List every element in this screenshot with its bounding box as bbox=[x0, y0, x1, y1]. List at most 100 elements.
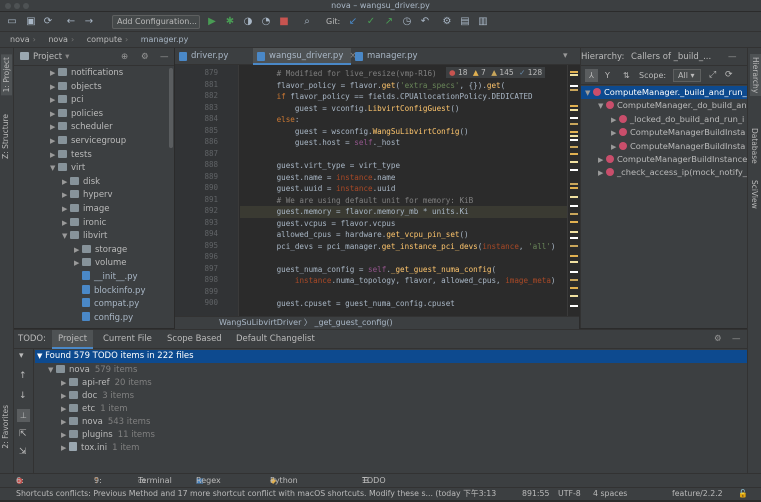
chevron-right-icon[interactable]: ▶ bbox=[50, 121, 58, 135]
error-stripe-mark[interactable] bbox=[570, 146, 578, 148]
project-tool-tab[interactable]: 1: Project bbox=[1, 54, 12, 96]
sort-icon[interactable]: ⇅ bbox=[623, 69, 630, 82]
error-stripe-mark[interactable] bbox=[570, 231, 578, 233]
caret-position[interactable]: 891:55 bbox=[522, 488, 549, 500]
git-push-icon[interactable]: ↗ bbox=[382, 15, 396, 29]
project-file-item[interactable]: __init__.py bbox=[74, 271, 138, 285]
chevron-right-icon[interactable]: ▶ bbox=[62, 176, 70, 190]
hierarchy-item[interactable]: ▼ ComputeManager._do_build_and_ bbox=[581, 99, 748, 112]
line-number[interactable]: 898 bbox=[188, 275, 218, 284]
error-stripe-mark[interactable] bbox=[570, 196, 578, 198]
error-stripe-mark[interactable] bbox=[570, 89, 578, 91]
chevron-right-icon[interactable]: ▶ bbox=[62, 203, 70, 217]
todo-tree-item[interactable]: ▶ tox.ini 1 item bbox=[61, 442, 139, 455]
locate-icon[interactable]: ⊕ bbox=[121, 48, 128, 66]
project-folder-item[interactable]: ▶ volume bbox=[74, 257, 127, 271]
todo-tab-default-changelist[interactable]: Default Changelist bbox=[236, 330, 315, 349]
chevron-right-icon[interactable]: ▶ bbox=[50, 108, 58, 122]
chevron-right-icon[interactable]: ▶ bbox=[61, 377, 69, 390]
git-branch[interactable]: feature/2.2.2 bbox=[672, 488, 723, 500]
project-folder-item[interactable]: ▶ servicegroup bbox=[50, 135, 126, 149]
todo-tree-item[interactable]: ▶ etc 1 item bbox=[61, 403, 128, 416]
line-number[interactable]: 879 bbox=[188, 68, 218, 77]
autoscroll-icon[interactable]: ⊥ bbox=[17, 409, 30, 422]
error-stripe-mark[interactable] bbox=[570, 287, 578, 289]
chevron-right-icon[interactable]: ▶ bbox=[611, 127, 619, 139]
line-number[interactable]: 900 bbox=[188, 298, 218, 307]
line-number[interactable]: 891 bbox=[188, 195, 218, 204]
chevron-right-icon[interactable]: ▶ bbox=[74, 244, 82, 258]
code-line[interactable]: else: bbox=[240, 114, 567, 126]
git-history-icon[interactable]: ◷ bbox=[400, 15, 414, 29]
code-line[interactable]: flavor_policy = flavor.get('extra_specs'… bbox=[240, 80, 567, 92]
line-number[interactable]: 890 bbox=[188, 183, 218, 192]
error-stripe-mark[interactable] bbox=[570, 131, 578, 133]
database-tool-tab[interactable]: Database bbox=[750, 128, 759, 164]
project-folder-item[interactable]: ▶ storage bbox=[74, 244, 127, 258]
project-file-item[interactable]: config.py bbox=[74, 311, 133, 326]
chevron-right-icon[interactable]: ▶ bbox=[62, 217, 70, 231]
error-stripe-mark[interactable] bbox=[570, 187, 578, 189]
line-number[interactable]: 886 bbox=[188, 137, 218, 146]
error-stripe-mark[interactable] bbox=[570, 161, 578, 163]
caller-hierarchy-icon[interactable]: ⅄ bbox=[585, 69, 598, 82]
line-number[interactable]: 882 bbox=[188, 91, 218, 100]
code-line[interactable]: guest_numa_config = self._get_guest_numa… bbox=[240, 264, 567, 276]
error-stripe-mark[interactable] bbox=[570, 123, 578, 125]
zoom-window-button[interactable] bbox=[23, 3, 29, 9]
favorites-tool-tab[interactable]: 2: Favorites bbox=[1, 405, 10, 449]
error-stripe-mark[interactable] bbox=[570, 255, 578, 257]
run-icon[interactable]: ▶ bbox=[205, 15, 219, 29]
line-number[interactable]: 888 bbox=[188, 160, 218, 169]
line-number[interactable]: 897 bbox=[188, 264, 218, 273]
code-line[interactable]: guest.uuid = instance.uuid bbox=[240, 183, 567, 195]
code-line[interactable]: guest = wsconfig.WangSuLibvirtConfig() bbox=[240, 126, 567, 138]
line-number[interactable]: 881 bbox=[188, 80, 218, 89]
lock-icon[interactable]: 🔓 bbox=[738, 488, 748, 500]
error-stripe-mark[interactable] bbox=[570, 85, 578, 87]
error-stripe-mark[interactable] bbox=[570, 271, 578, 273]
error-stripe-mark[interactable] bbox=[570, 261, 578, 263]
chevron-down-icon[interactable]: ▼ bbox=[50, 162, 58, 176]
search-icon[interactable]: ⌕ bbox=[300, 15, 314, 29]
chevron-down-icon[interactable]: ▼ bbox=[48, 364, 56, 377]
line-number[interactable]: 889 bbox=[188, 172, 218, 181]
sdk-manager-icon[interactable]: ▥ bbox=[476, 15, 490, 29]
line-number[interactable]: 885 bbox=[188, 126, 218, 135]
error-stripe-mark[interactable] bbox=[570, 139, 578, 141]
synchronize-icon[interactable]: ⟳ bbox=[41, 15, 55, 29]
git-rollback-icon[interactable]: ↶ bbox=[418, 15, 432, 29]
hide-icon[interactable]: — bbox=[732, 330, 741, 349]
indent-setting[interactable]: 4 spaces bbox=[593, 488, 627, 500]
gear-icon[interactable]: ⚙ bbox=[141, 48, 149, 66]
chevron-right-icon[interactable]: ▶ bbox=[50, 94, 58, 108]
todo-summary-row[interactable]: ▼ Found 579 TODO items in 222 files bbox=[35, 350, 747, 363]
todo-tree-item[interactable]: ▶ doc 3 items bbox=[61, 390, 134, 403]
forward-arrow-icon[interactable]: → bbox=[82, 15, 96, 29]
hierarchy-item[interactable]: ▶ _check_access_ip(mock_notify_ bbox=[581, 166, 748, 179]
code-line[interactable]: instance.numa_topology, flavor, allowed_… bbox=[240, 275, 567, 287]
chevron-right-icon[interactable]: ▶ bbox=[50, 81, 58, 95]
error-stripe-mark[interactable] bbox=[570, 221, 578, 223]
error-stripe-mark[interactable] bbox=[570, 237, 578, 239]
line-number[interactable]: 892 bbox=[188, 206, 218, 215]
chevron-right-icon[interactable]: ▶ bbox=[61, 403, 69, 416]
project-structure-icon[interactable]: ▤ bbox=[458, 15, 472, 29]
hierarchy-item[interactable]: ▶ _locked_do_build_and_run_i bbox=[581, 113, 748, 126]
hierarchy-item[interactable]: ▶ ComputeManagerBuildInsta bbox=[581, 140, 748, 153]
error-stripe-mark[interactable] bbox=[570, 74, 578, 76]
coverage-icon[interactable]: ◑ bbox=[241, 15, 255, 29]
error-stripe-mark[interactable] bbox=[570, 105, 578, 107]
chevron-right-icon[interactable]: ▶ bbox=[61, 442, 69, 455]
chevron-right-icon[interactable]: ▶ bbox=[598, 167, 606, 179]
project-folder-item[interactable]: ▶ hyperv bbox=[62, 189, 113, 203]
error-stripe-mark[interactable] bbox=[570, 305, 578, 307]
todo-tree-item[interactable]: ▶ plugins 11 items bbox=[61, 429, 155, 442]
code-line[interactable]: guest.memory = flavor.memory_mb * units.… bbox=[240, 206, 567, 218]
chevron-right-icon[interactable]: ▶ bbox=[61, 429, 69, 442]
tab-wangsu-driver-py[interactable]: wangsu_driver.py × bbox=[253, 48, 357, 65]
project-folder-item[interactable]: ▶ disk bbox=[62, 176, 100, 190]
profile-icon[interactable]: ◔ bbox=[259, 15, 273, 29]
chevron-right-icon[interactable]: ▶ bbox=[598, 154, 606, 166]
breadcrumb-item[interactable]: nova bbox=[10, 35, 30, 44]
